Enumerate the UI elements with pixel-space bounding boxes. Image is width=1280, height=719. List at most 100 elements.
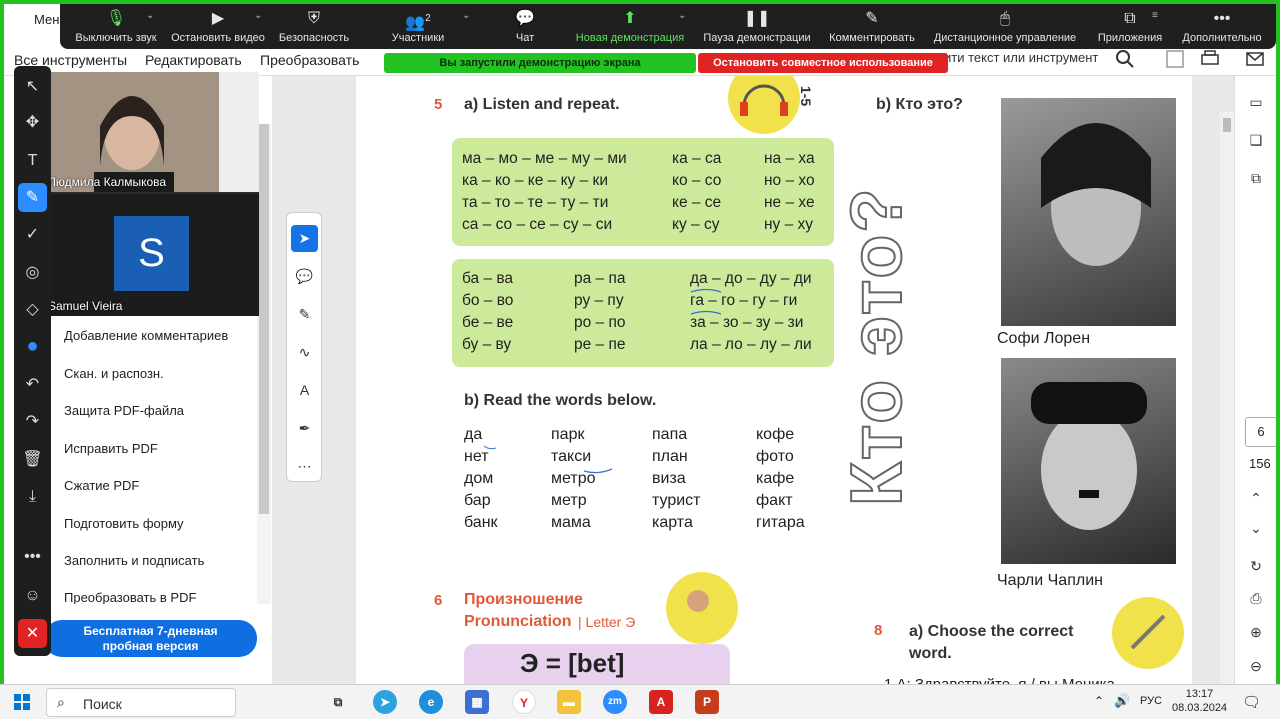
word: метро: [551, 470, 596, 487]
tool-fix-pdf[interactable]: Исправить PDF: [64, 441, 158, 456]
mouse-pointer-icon[interactable]: ↖: [18, 72, 47, 101]
edge-icon[interactable]: e: [419, 690, 443, 714]
free-trial-button[interactable]: Бесплатная 7-дневная пробная версия: [44, 620, 257, 657]
zoom-out-icon[interactable]: ⊖: [1245, 658, 1267, 680]
windows-start-icon[interactable]: [14, 694, 30, 710]
syllable-cell: ка – са: [672, 150, 722, 167]
chevron-down-icon[interactable]: ⌄: [678, 10, 686, 21]
draw-icon[interactable]: ∿: [291, 339, 318, 366]
exercise-6-title-ru: Произношение: [464, 591, 583, 608]
menu-convert[interactable]: Преобразовать: [260, 52, 359, 68]
print-icon[interactable]: [1199, 48, 1221, 70]
sign-icon[interactable]: ✒: [291, 415, 318, 442]
close-annotation-icon[interactable]: ✕: [18, 619, 47, 648]
chevron-down-icon[interactable]: ≡: [1152, 10, 1158, 21]
rotate-icon[interactable]: ↻: [1245, 558, 1267, 580]
page-number-input[interactable]: 6: [1245, 417, 1276, 447]
video-tile-1[interactable]: Людмила Калмыкова: [44, 72, 259, 192]
save-icon[interactable]: [1164, 48, 1186, 70]
mail-icon[interactable]: [1244, 48, 1266, 70]
store-icon[interactable]: ▦: [465, 690, 489, 714]
pdf-page: 5 a) Listen and repeat. 1-5 ма – мо – ме…: [356, 76, 1192, 688]
yandex-browser-icon[interactable]: Y: [512, 690, 536, 714]
exercise-6-title-en: Pronunciation: [464, 613, 572, 630]
text-box-icon[interactable]: A: [291, 377, 318, 404]
draw-pen-icon[interactable]: ✎: [18, 183, 47, 212]
chevron-down-icon[interactable]: ⌄: [462, 10, 470, 21]
tool-prepare-form[interactable]: Подготовить форму: [64, 516, 184, 531]
face-icon: [687, 590, 709, 612]
annotator-name-icon[interactable]: ☺: [18, 581, 47, 610]
save-annotation-icon[interactable]: ⤓: [18, 482, 47, 511]
tool-convert-to-pdf[interactable]: Преобразовать в PDF: [64, 590, 196, 604]
word: виза: [652, 470, 686, 487]
zoom-in-icon[interactable]: ⊕: [1245, 624, 1267, 646]
tool-scan-ocr[interactable]: Скан. и распозн.: [64, 366, 164, 381]
acrobat-menu-label[interactable]: Мен: [34, 12, 59, 27]
pages-icon[interactable]: ⧉: [1245, 170, 1267, 192]
undo-icon[interactable]: ↶: [18, 370, 47, 399]
pause-share-button[interactable]: ❚❚ Пауза демонстрации: [700, 6, 814, 49]
mouse-icon: 🖱: [1000, 10, 1010, 27]
system-clock[interactable]: 13:17 08.03.2024: [1172, 687, 1227, 715]
redo-icon[interactable]: ↷: [18, 407, 47, 436]
taskbar-search[interactable]: ⌕ Поиск: [46, 688, 236, 717]
page-up-icon[interactable]: ⌃: [1245, 490, 1267, 512]
stamp-check-icon[interactable]: ✓: [18, 220, 47, 249]
participants-button[interactable]: 👥2 Участники: [382, 6, 454, 49]
tool-add-comments[interactable]: Добавление комментариев: [64, 328, 228, 343]
bookmarks-icon[interactable]: ❏: [1245, 132, 1267, 154]
spotlight-icon[interactable]: ◎: [18, 258, 47, 287]
tray-overflow-icon[interactable]: ⌃: [1094, 694, 1104, 708]
telegram-icon[interactable]: ➤: [373, 690, 397, 714]
portrait-icon: [1031, 382, 1147, 530]
page-down-icon[interactable]: ⌄: [1245, 520, 1267, 542]
zoom-app-icon[interactable]: zm: [603, 690, 627, 714]
search-icon[interactable]: [1114, 48, 1136, 70]
new-share-button[interactable]: ⬆ Новая демонстрация: [570, 6, 690, 49]
file-explorer-icon[interactable]: ▬: [557, 690, 581, 714]
volume-icon[interactable]: 🔊: [1114, 693, 1130, 709]
chevron-down-icon[interactable]: ⌄: [254, 10, 262, 21]
chat-button[interactable]: 💬 Чат: [500, 6, 550, 49]
color-picker-icon[interactable]: ●: [18, 332, 47, 361]
language-indicator[interactable]: РУС: [1140, 695, 1162, 707]
scroll-thumb[interactable]: [1223, 118, 1231, 132]
tool-protect-pdf[interactable]: Защита PDF-файла: [64, 403, 184, 418]
add-comment-icon[interactable]: 💬: [291, 263, 318, 290]
document-scrollbar[interactable]: [1220, 112, 1234, 688]
powerpoint-icon[interactable]: P: [695, 690, 719, 714]
search-placeholder: Поиск: [83, 696, 122, 712]
tool-compress-pdf[interactable]: Сжатие PDF: [64, 478, 139, 493]
menu-edit[interactable]: Редактировать: [145, 52, 242, 68]
chevron-down-icon[interactable]: ⌄: [146, 10, 154, 21]
export-icon[interactable]: ⎙: [1245, 590, 1267, 612]
who-is-it-title: b) Кто это?: [876, 96, 963, 113]
share-status-banner: Вы запустили демонстрацию экрана: [384, 53, 696, 73]
select-move-icon[interactable]: ✥: [18, 108, 47, 137]
caption-charlie-chaplin: Чарли Чаплин: [997, 572, 1103, 589]
tool-fill-sign[interactable]: Заполнить и подписать: [64, 553, 204, 568]
more-button[interactable]: ••• Дополнительно: [1174, 6, 1270, 49]
remote-control-button[interactable]: 🖱 Дистанционное управление: [930, 6, 1080, 49]
eraser-icon[interactable]: ◇: [18, 295, 47, 324]
notifications-icon[interactable]: 🗨: [1242, 693, 1261, 711]
pause-icon: ❚❚: [743, 10, 771, 27]
more-tools-icon[interactable]: ⋯: [291, 453, 318, 480]
video-tile-2[interactable]: S Samuel Vieira: [44, 194, 259, 316]
acrobat-icon[interactable]: A: [649, 690, 673, 714]
annotate-button[interactable]: ✎ Комментировать: [826, 6, 918, 49]
highlight-icon[interactable]: ✎: [291, 301, 318, 328]
delete-icon[interactable]: 🗑: [18, 445, 47, 474]
task-view-icon[interactable]: ⧉: [326, 690, 350, 714]
tools-panel-scrollbar[interactable]: [257, 124, 271, 604]
more-options-icon[interactable]: •••: [18, 542, 47, 571]
security-button[interactable]: ⛨ Безопасность: [272, 6, 356, 49]
scroll-thumb[interactable]: [259, 124, 269, 514]
acrobat-search-field[interactable]: ити текст или инструмент: [944, 50, 1098, 65]
select-tool-icon[interactable]: ➤: [291, 225, 318, 252]
comments-icon[interactable]: ▭: [1245, 94, 1267, 116]
stop-share-button[interactable]: Остановить совместное использование: [698, 53, 948, 73]
text-tool-icon[interactable]: T: [18, 146, 47, 175]
stop-video-button[interactable]: ▶ Остановить видео: [168, 6, 268, 49]
